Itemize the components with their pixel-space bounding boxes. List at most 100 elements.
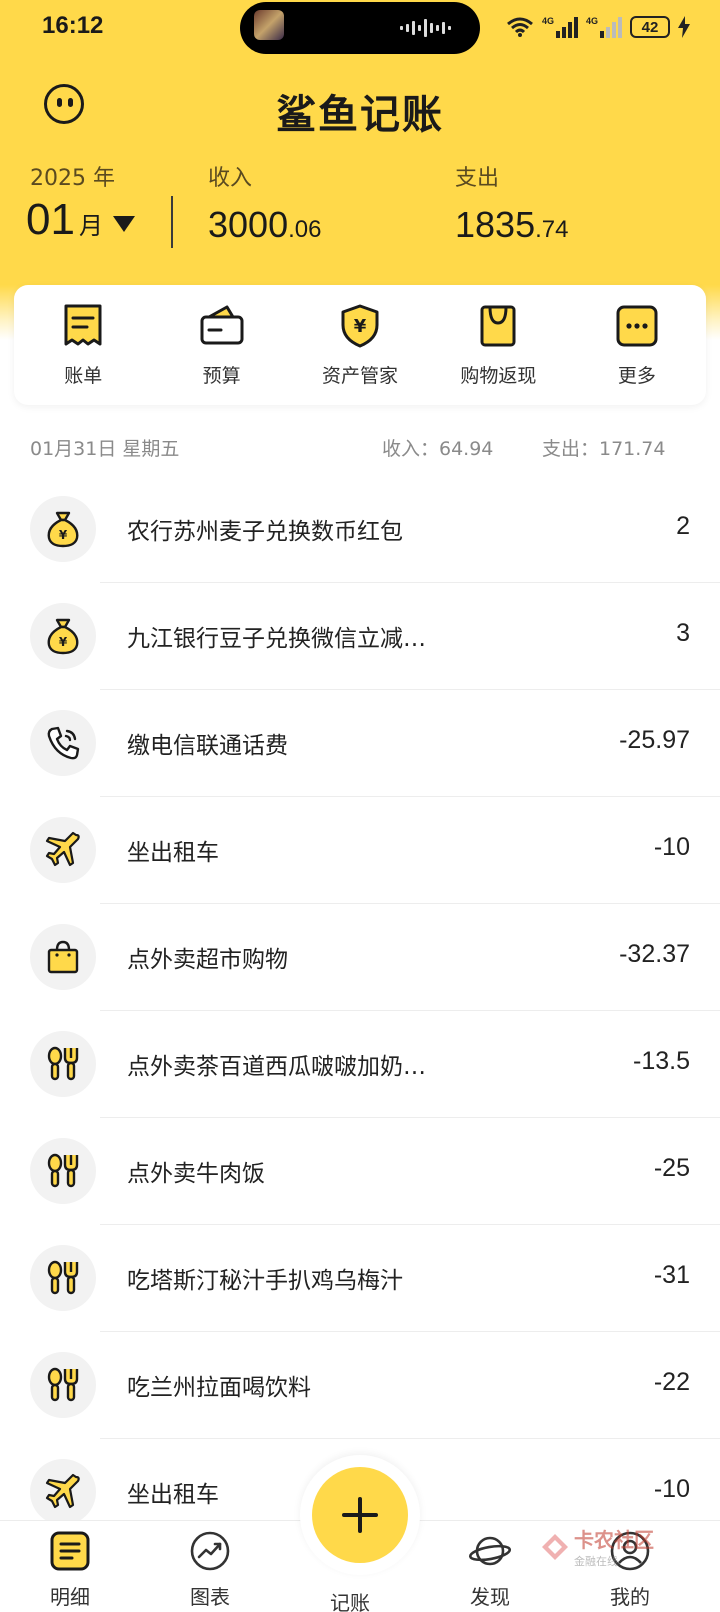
transaction-name: 吃塔斯汀秘汁手扒鸡乌梅汁 [127, 1268, 403, 1294]
quick-action-label: 资产管家 [322, 365, 399, 387]
quick-action-label: 账单 [64, 365, 103, 387]
svg-text:¥: ¥ [59, 528, 68, 542]
transaction-amount: -10 [653, 833, 690, 861]
transaction-name: 九江银行豆子兑换微信立减… [127, 626, 426, 652]
quick-action-budget[interactable]: 预算 [152, 285, 290, 405]
chart-icon [190, 1531, 230, 1571]
transaction-name: 吃兰州拉面喝饮料 [127, 1375, 311, 1401]
audio-wave-icon [400, 19, 451, 37]
transaction-name: 农行苏州麦子兑换数币红包 [127, 519, 403, 545]
status-bar: 16:12 4G 4G 42 [0, 0, 720, 54]
nav-item-charts[interactable]: 图表 [165, 1529, 255, 1610]
transaction-row[interactable]: 坐出租车 -10 [0, 797, 720, 904]
svg-text:4G: 4G [586, 16, 598, 26]
shopping-bag-icon [480, 305, 516, 347]
transaction-row[interactable]: 缴电信联通话费 -25.97 [0, 690, 720, 797]
income-value: 3000.06 [208, 204, 321, 246]
svg-text:¥: ¥ [354, 316, 367, 337]
transaction-row[interactable]: ¥ 农行苏州麦子兑换数币红包 2 [0, 476, 720, 583]
nav-label: 我的 [610, 1585, 650, 1609]
nav-item-discover[interactable]: 发现 [445, 1529, 535, 1610]
transaction-row[interactable]: 吃兰州拉面喝饮料 -22 [0, 1332, 720, 1439]
transaction-amount: -31 [653, 1261, 690, 1289]
watermark-sub: 金融在线 [574, 1555, 618, 1568]
category-icon-circle [30, 1031, 96, 1097]
transaction-amount: -13.5 [633, 1047, 690, 1075]
transaction-row[interactable]: 吃塔斯汀秘汁手扒鸡乌梅汁 -31 [0, 1225, 720, 1332]
transaction-name: 点外卖茶百道西瓜啵啵加奶… [127, 1054, 426, 1080]
transaction-amount: -22 [653, 1368, 690, 1396]
plus-icon [342, 1497, 378, 1533]
transaction-name: 缴电信联通话费 [127, 733, 288, 759]
wifi-icon [507, 17, 533, 37]
nav-label: 发现 [470, 1585, 510, 1609]
planet-icon [468, 1536, 512, 1566]
quick-action-more[interactable]: 更多 [568, 285, 706, 405]
nav-item-details[interactable]: 明细 [25, 1529, 115, 1610]
quick-action-label: 更多 [617, 365, 656, 387]
nav-label: 记账 [330, 1591, 370, 1612]
divider [171, 196, 173, 248]
category-icon-circle [30, 710, 96, 776]
quick-action-bill[interactable]: 账单 [14, 285, 152, 405]
transaction-amount: 3 [676, 619, 690, 647]
dynamic-island[interactable] [240, 2, 480, 54]
charging-icon [678, 16, 690, 38]
quick-action-assets[interactable]: ¥ 资产管家 [291, 285, 429, 405]
income-integer: 3000 [208, 204, 289, 245]
transaction-amount: -25 [653, 1154, 690, 1182]
income-label: 收入 [208, 166, 253, 191]
expense-integer: 1835 [455, 204, 536, 245]
status-time: 16:12 [42, 12, 104, 39]
quick-action-cashback[interactable]: 购物返现 [429, 285, 567, 405]
transaction-name: 点外卖牛肉饭 [127, 1161, 265, 1187]
list-icon [50, 1531, 90, 1571]
transaction-row[interactable]: 点外卖茶百道西瓜啵啵加奶… -13.5 [0, 1011, 720, 1118]
transaction-list: ¥ 农行苏州麦子兑换数币红包 2 ¥ 九江银行豆子兑换微信立减… 3 缴电信联通… [0, 476, 720, 1546]
watermark-logo-icon [542, 1533, 568, 1560]
wallet-icon [200, 305, 244, 345]
watermark: 卡农社区 金融在线 [540, 1524, 654, 1569]
signal-4g-icon: 4G [586, 16, 622, 38]
category-icon-circle [30, 1459, 96, 1525]
dining-icon [47, 1367, 79, 1402]
signal-4g-icon: 4G [542, 16, 578, 38]
bill-icon [64, 304, 102, 346]
dining-icon [47, 1046, 79, 1081]
month-selector[interactable]: 01 月 [26, 195, 135, 245]
day-income: 收入：64.94 [382, 438, 494, 460]
watermark-text: 卡农社区 金融在线 [574, 1524, 654, 1569]
transaction-name: 坐出租车 [127, 1482, 219, 1508]
transaction-amount: 2 [676, 512, 690, 540]
category-icon-circle [30, 1138, 96, 1204]
transaction-name: 坐出租车 [127, 840, 219, 866]
category-icon-circle [30, 1245, 96, 1311]
shopping-bag-icon [47, 940, 79, 974]
watermark-main: 卡农社区 [574, 1528, 654, 1552]
shield-yen-icon: ¥ [341, 304, 379, 348]
quick-actions-card: 账单 预算 ¥ 资产管家 购物返现 更多 [14, 285, 706, 405]
day-date: 01月31日 星期五 [30, 438, 180, 460]
quick-action-label: 预算 [202, 365, 241, 387]
transaction-amount: -10 [653, 1475, 690, 1503]
expense-decimal: .74 [535, 216, 569, 243]
day-expense: 支出：171.74 [542, 438, 666, 460]
media-thumbnail [254, 10, 284, 40]
transaction-row[interactable]: 点外卖超市购物 -32.37 [0, 904, 720, 1011]
category-icon-circle [30, 924, 96, 990]
money-bag-icon: ¥ [47, 618, 79, 655]
caret-down-icon [112, 216, 135, 232]
category-icon-circle [30, 1352, 96, 1418]
transaction-amount: -25.97 [619, 726, 690, 754]
dining-icon [47, 1260, 79, 1295]
add-record-button[interactable] [312, 1467, 408, 1563]
nav-label: 图表 [190, 1585, 230, 1609]
transaction-row[interactable]: ¥ 九江银行豆子兑换微信立减… 3 [0, 583, 720, 690]
income-decimal: .06 [288, 216, 322, 243]
expense-label: 支出 [455, 166, 500, 191]
quick-action-label: 购物返现 [460, 365, 537, 387]
nav-item-record[interactable]: 记账 [305, 1579, 395, 1612]
transaction-row[interactable]: 点外卖牛肉饭 -25 [0, 1118, 720, 1225]
airplane-icon [45, 831, 80, 867]
dining-icon [47, 1153, 79, 1188]
